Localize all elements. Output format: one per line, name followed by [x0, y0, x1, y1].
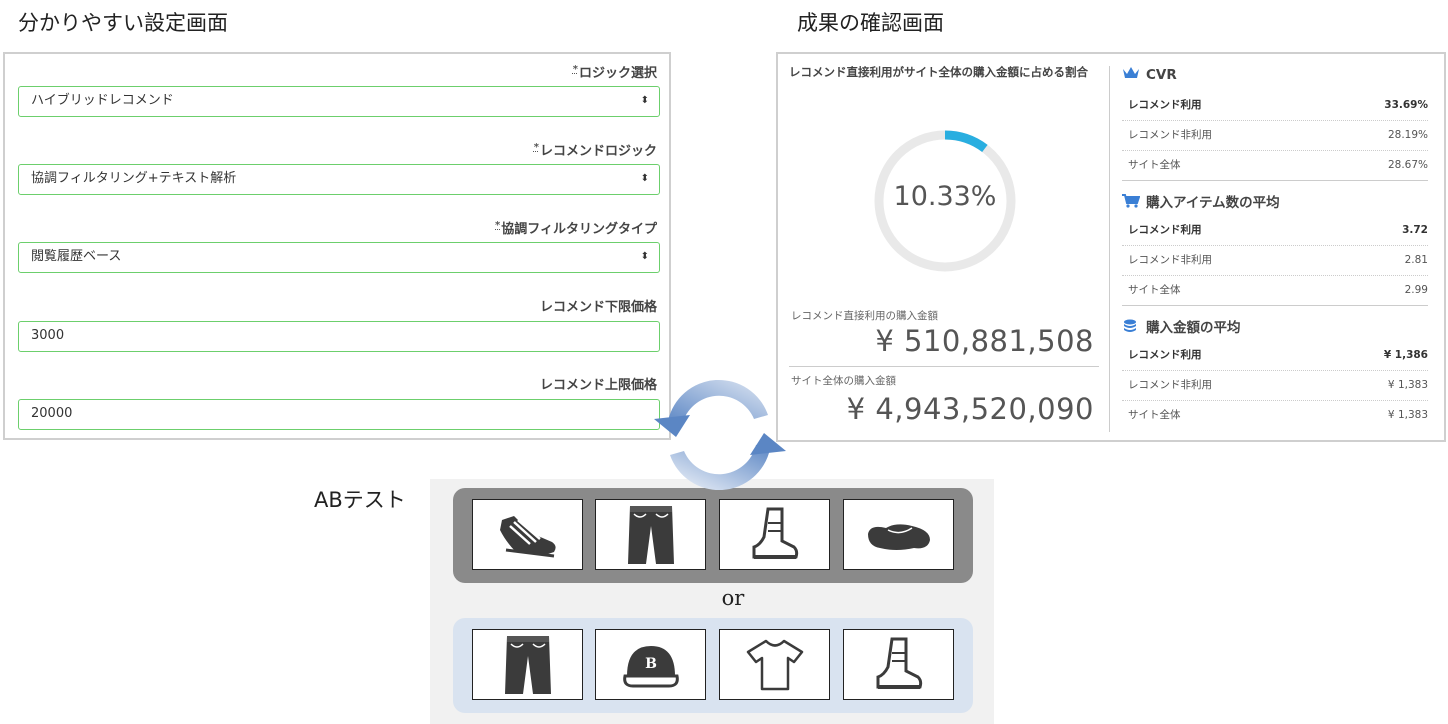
jeans-icon: [627, 505, 674, 564]
required-mark: *: [495, 219, 501, 231]
section-header-cvr: CVR: [1122, 66, 1177, 84]
metric-row: レコメンド非利用 2.81: [1122, 245, 1428, 276]
or-separator: or: [721, 586, 745, 610]
required-mark: *: [572, 63, 578, 75]
field-label-max-price: レコメンド上限価格: [539, 378, 657, 393]
section-header-avg-items: 購入アイテム数の平均: [1122, 191, 1280, 212]
max-price-value: 20000: [31, 406, 73, 421]
sneaker-icon: [499, 515, 556, 557]
field-label-min-price: レコメンド下限価格: [539, 300, 657, 315]
metric-row: レコメンド利用 ¥ 1,386: [1122, 340, 1428, 371]
recommend-logic-value: 協調フィルタリング+テキスト解析: [31, 171, 237, 186]
cart-icon: [1122, 194, 1142, 212]
settings-screen-title: 分かりやすい設定画面: [18, 11, 228, 35]
min-price-input[interactable]: 3000: [18, 321, 660, 352]
settings-panel: *ロジック選択 ハイブリッドレコメンド ⬍ *レコメンドロジック 協調フィルタリ…: [3, 52, 671, 440]
cf-type-value: 閲覧履歴ベース: [31, 249, 122, 264]
product-tile: B: [595, 629, 706, 700]
results-screen-title: 成果の確認画面: [797, 11, 944, 35]
metric-row: レコメンド非利用 28.19%: [1122, 120, 1428, 151]
metric-row: サイト全体 ¥ 1,383: [1128, 409, 1428, 421]
tshirt-icon: [746, 639, 803, 690]
section-header-avg-amount: 購入金額の平均: [1122, 316, 1241, 338]
select-arrows-icon: ⬍: [640, 173, 649, 184]
divider: [789, 366, 1099, 367]
metric-row: サイト全体 2.99: [1122, 275, 1428, 306]
metric-row: サイト全体 28.67%: [1122, 150, 1428, 181]
select-arrows-icon: ⬍: [640, 251, 649, 262]
jeans-icon: [504, 635, 551, 694]
logic-select-value: ハイブリッドレコメンド: [31, 93, 174, 108]
cf-type-dropdown[interactable]: 閲覧履歴ベース ⬍: [18, 242, 660, 273]
field-label-cf-type: *協調フィルタリングタイプ: [495, 219, 657, 237]
results-panel: レコメンド直接利用がサイト全体の購入金額に占める割合 10.33% レコメンド直…: [776, 52, 1446, 442]
site-amount-label: サイト全体の購入金額: [791, 375, 896, 387]
product-tile: [472, 499, 583, 570]
product-tile: [719, 499, 830, 570]
min-price-value: 3000: [31, 328, 65, 343]
donut-percentage: 10.33%: [893, 181, 997, 212]
metric-row: レコメンド利用 33.69%: [1122, 90, 1428, 121]
metrics-list: CVR レコメンド利用 33.69% レコメンド非利用 28.19% サイト全体 28…: [1122, 54, 1432, 440]
loafer-icon: [867, 523, 930, 550]
ab-group-b: B: [453, 618, 973, 713]
metric-row: レコメンド利用 3.72: [1122, 215, 1428, 246]
site-amount-value: ¥ 4,943,520,090: [846, 392, 1094, 426]
field-label-recommend-logic: *レコメンドロジック: [533, 141, 657, 159]
product-tile: [843, 499, 954, 570]
boot-icon: [876, 637, 922, 689]
product-tile: [843, 629, 954, 700]
cycle-arrows-icon: [654, 379, 786, 491]
select-arrows-icon: ⬍: [640, 95, 649, 106]
required-mark: *: [533, 141, 539, 153]
product-tile: [472, 629, 583, 700]
crown-icon: [1122, 66, 1142, 84]
recommend-logic-dropdown[interactable]: 協調フィルタリング+テキスト解析 ⬍: [18, 164, 660, 195]
recommend-amount-label: レコメンド直接利用の購入金額: [791, 310, 938, 322]
metric-row: レコメンド非利用 ¥ 1,383: [1122, 370, 1428, 401]
boot-icon: [752, 507, 798, 559]
cap-icon: B: [622, 645, 679, 687]
column-divider: [1109, 66, 1110, 432]
product-tile: [595, 499, 706, 570]
ab-test-label: ABテスト: [314, 488, 406, 512]
cap-letter: B: [645, 656, 657, 672]
field-label-logic-select: *ロジック選択: [572, 63, 657, 81]
share-summary: レコメンド直接利用がサイト全体の購入金額に占める割合 10.33% レコメンド直…: [778, 54, 1108, 440]
max-price-input[interactable]: 20000: [18, 399, 660, 430]
donut-arc: [944, 130, 988, 153]
recommend-amount-value: ¥ 510,881,508: [875, 324, 1094, 358]
product-tile: [719, 629, 830, 700]
donut-title: レコメンド直接利用がサイト全体の購入金額に占める割合: [789, 65, 1088, 79]
coins-icon: [1122, 318, 1142, 338]
logic-select-dropdown[interactable]: ハイブリッドレコメンド ⬍: [18, 86, 660, 117]
